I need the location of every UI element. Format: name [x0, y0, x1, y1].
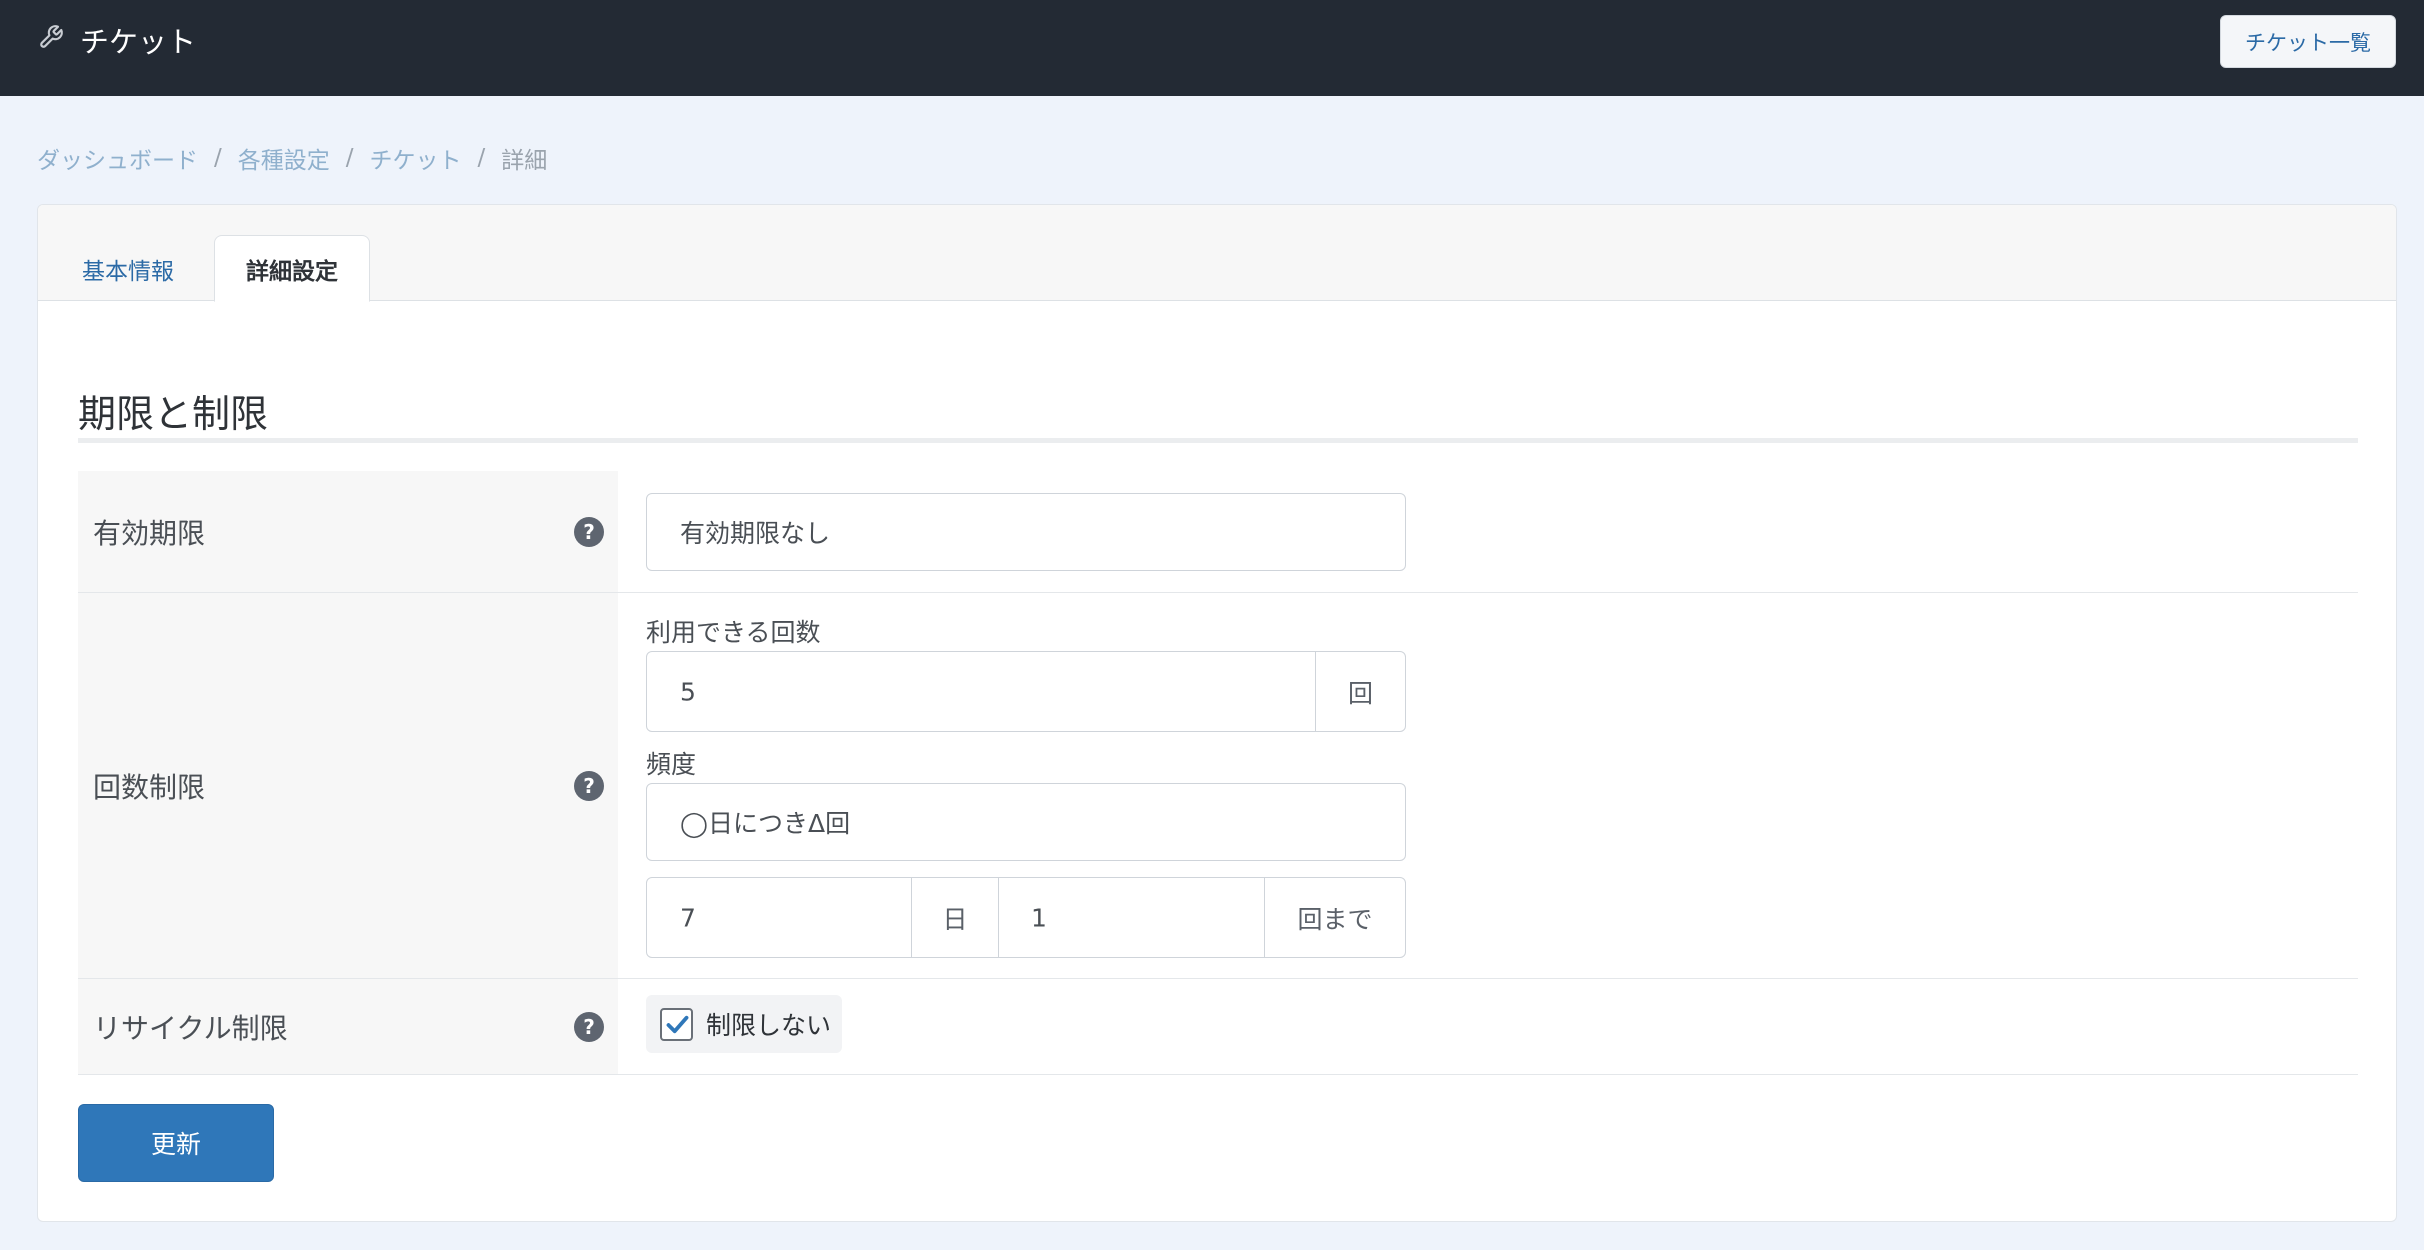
expiry-select[interactable]: 有効期限なし	[646, 493, 1406, 571]
section-title: 期限と制限	[78, 392, 269, 436]
no-limit-checkbox-label: 制限しない	[706, 1011, 832, 1040]
help-icon[interactable]: ?	[574, 1011, 604, 1042]
ticket-list-button[interactable]: チケット一覧	[2220, 15, 2396, 68]
help-icon[interactable]: ?	[574, 770, 604, 801]
no-limit-checkbox[interactable]	[660, 1008, 693, 1041]
recycle-label: リサイクル制限	[93, 1011, 288, 1045]
count-limit-row: 回数制限 ? 利用できる回数 5 回 頻度 ◯日につきΔ回 7 日 1 回まで	[78, 593, 2358, 979]
breadcrumb-separator: /	[345, 145, 354, 171]
top-bar: チケット チケット一覧	[0, 0, 2424, 96]
breadcrumb-separator: /	[214, 145, 222, 171]
breadcrumb-settings[interactable]: 各種設定	[238, 141, 330, 175]
uses-label: 利用できる回数	[646, 618, 821, 647]
expiry-label-cell: 有効期限 ?	[78, 471, 618, 592]
breadcrumb-current: 詳細	[501, 148, 548, 174]
uses-input-group: 5 回	[646, 651, 1406, 732]
days-input[interactable]: 7	[680, 903, 696, 932]
expiry-row: 有効期限 ? 有効期限なし	[78, 471, 2358, 593]
wrench-icon	[38, 23, 64, 57]
recycle-row: リサイクル制限 ? 制限しない	[78, 979, 2358, 1075]
breadcrumb-separator: /	[477, 145, 486, 171]
breadcrumb-dashboard[interactable]: ダッシュボード	[37, 141, 198, 175]
update-button[interactable]: 更新	[78, 1104, 274, 1182]
frequency-value: ◯日につきΔ回	[680, 809, 851, 838]
frequency-label: 頻度	[646, 750, 697, 779]
breadcrumb-ticket[interactable]: チケット	[370, 141, 462, 175]
uses-input[interactable]: 5	[680, 677, 696, 706]
count-limit-label: 回数制限	[93, 770, 206, 804]
help-icon[interactable]: ?	[574, 516, 604, 547]
count-limit-label-cell: 回数制限 ?	[78, 593, 618, 978]
times-input[interactable]: 1	[1031, 903, 1047, 932]
expiry-value: 有効期限なし	[680, 519, 831, 548]
tab-detail-settings[interactable]: 詳細設定	[214, 235, 370, 302]
recycle-label-cell: リサイクル制限 ?	[78, 979, 618, 1074]
days-unit: 日	[911, 878, 999, 957]
page-header: チケット	[38, 18, 196, 62]
settings-card: 基本情報 詳細設定 期限と制限 有効期限 ? 有効期限なし 回数制限 ? 利用で…	[37, 204, 2397, 1222]
section-divider	[78, 438, 2358, 443]
times-unit: 回まで	[1264, 878, 1405, 957]
tab-basic-info[interactable]: 基本情報	[68, 235, 188, 302]
checkmark-icon	[666, 1015, 689, 1034]
no-limit-checkbox-wrap[interactable]: 制限しない	[646, 995, 842, 1053]
uses-unit: 回	[1315, 652, 1405, 731]
tab-bar: 基本情報 詳細設定	[38, 205, 2396, 302]
frequency-select[interactable]: ◯日につきΔ回	[646, 783, 1406, 861]
expiry-label: 有効期限	[93, 516, 206, 550]
page-header-title: チケット	[80, 25, 197, 59]
frequency-input-group: 7 日 1 回まで	[646, 877, 1406, 958]
breadcrumb: ダッシュボード / 各種設定 / チケット / 詳細	[37, 140, 547, 176]
